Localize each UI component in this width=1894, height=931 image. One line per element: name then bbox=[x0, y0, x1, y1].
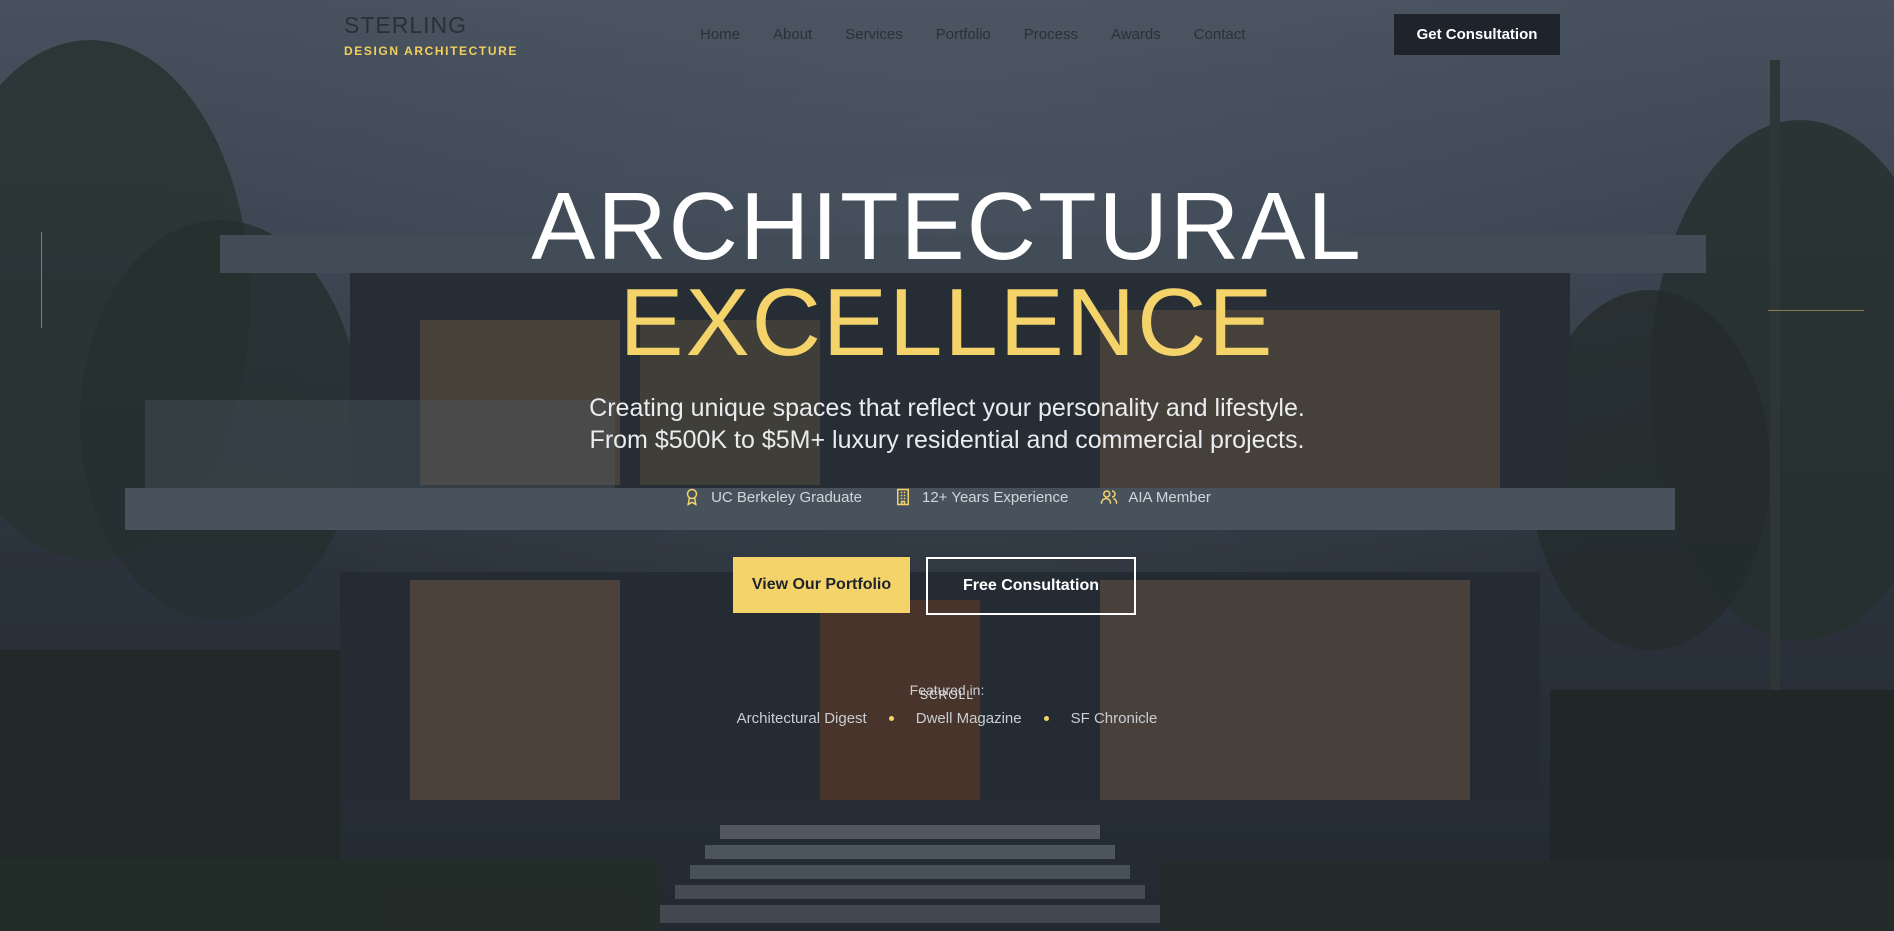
hero-buttons: View Our Portfolio Free Consultation bbox=[733, 557, 1136, 615]
credential-item: UC Berkeley Graduate bbox=[683, 488, 862, 506]
credential-label: 12+ Years Experience bbox=[922, 488, 1069, 506]
credential-item: AIA Member bbox=[1100, 488, 1211, 506]
hero-title-line1: ARCHITECTURAL bbox=[531, 173, 1363, 280]
view-portfolio-button[interactable]: View Our Portfolio bbox=[733, 557, 910, 613]
credential-label: AIA Member bbox=[1128, 488, 1211, 506]
hero-section: STERLING DESIGN ARCHITECTURE Home About … bbox=[0, 0, 1894, 931]
credential-label: UC Berkeley Graduate bbox=[711, 488, 862, 506]
nav-link-contact[interactable]: Contact bbox=[1194, 26, 1246, 43]
users-icon bbox=[1101, 490, 1118, 504]
credentials-row: UC Berkeley Graduate 12+ Years Experienc… bbox=[0, 488, 1894, 506]
nav-link-portfolio[interactable]: Portfolio bbox=[936, 26, 991, 43]
award-icon bbox=[686, 488, 698, 506]
hero-title-line2: EXCELLENCE bbox=[619, 269, 1275, 376]
nav-link-awards[interactable]: Awards bbox=[1111, 26, 1161, 43]
nav-link-services[interactable]: Services bbox=[845, 26, 903, 43]
scroll-indicator[interactable]: SCROLL bbox=[0, 688, 1894, 702]
publication-name: Architectural Digest bbox=[736, 710, 867, 727]
nav-link-process[interactable]: Process bbox=[1024, 26, 1078, 43]
separator-dot bbox=[888, 716, 894, 721]
hero-overlay bbox=[0, 0, 1894, 931]
publication-name: Dwell Magazine bbox=[915, 710, 1022, 727]
top-navigation: STERLING DESIGN ARCHITECTURE Home About … bbox=[0, 0, 1894, 70]
publication-name: SF Chronicle bbox=[1070, 710, 1158, 727]
nav-link-home[interactable]: Home bbox=[700, 26, 740, 43]
hero-subtitle-line1: Creating unique spaces that reflect your… bbox=[589, 394, 1305, 422]
brand-logo[interactable]: STERLING DESIGN ARCHITECTURE bbox=[344, 12, 518, 58]
brand-name: STERLING bbox=[344, 12, 468, 38]
separator-dot bbox=[1043, 716, 1049, 721]
featured-publications: Architectural Digest Dwell Magazine SF C… bbox=[0, 710, 1894, 727]
get-consultation-button[interactable]: Get Consultation bbox=[1394, 14, 1560, 55]
nav-links: Home About Services Portfolio Process Aw… bbox=[700, 26, 1245, 43]
hero-subtitle-line2: From $500K to $5M+ luxury residential an… bbox=[589, 426, 1305, 454]
nav-link-about[interactable]: About bbox=[773, 26, 812, 43]
brand-tagline: DESIGN ARCHITECTURE bbox=[344, 44, 518, 58]
credential-item: 12+ Years Experience bbox=[894, 488, 1068, 506]
hero-subtitle: Creating unique spaces that reflect your… bbox=[0, 392, 1894, 456]
building-icon bbox=[897, 488, 909, 506]
free-consultation-button[interactable]: Free Consultation bbox=[926, 557, 1136, 615]
